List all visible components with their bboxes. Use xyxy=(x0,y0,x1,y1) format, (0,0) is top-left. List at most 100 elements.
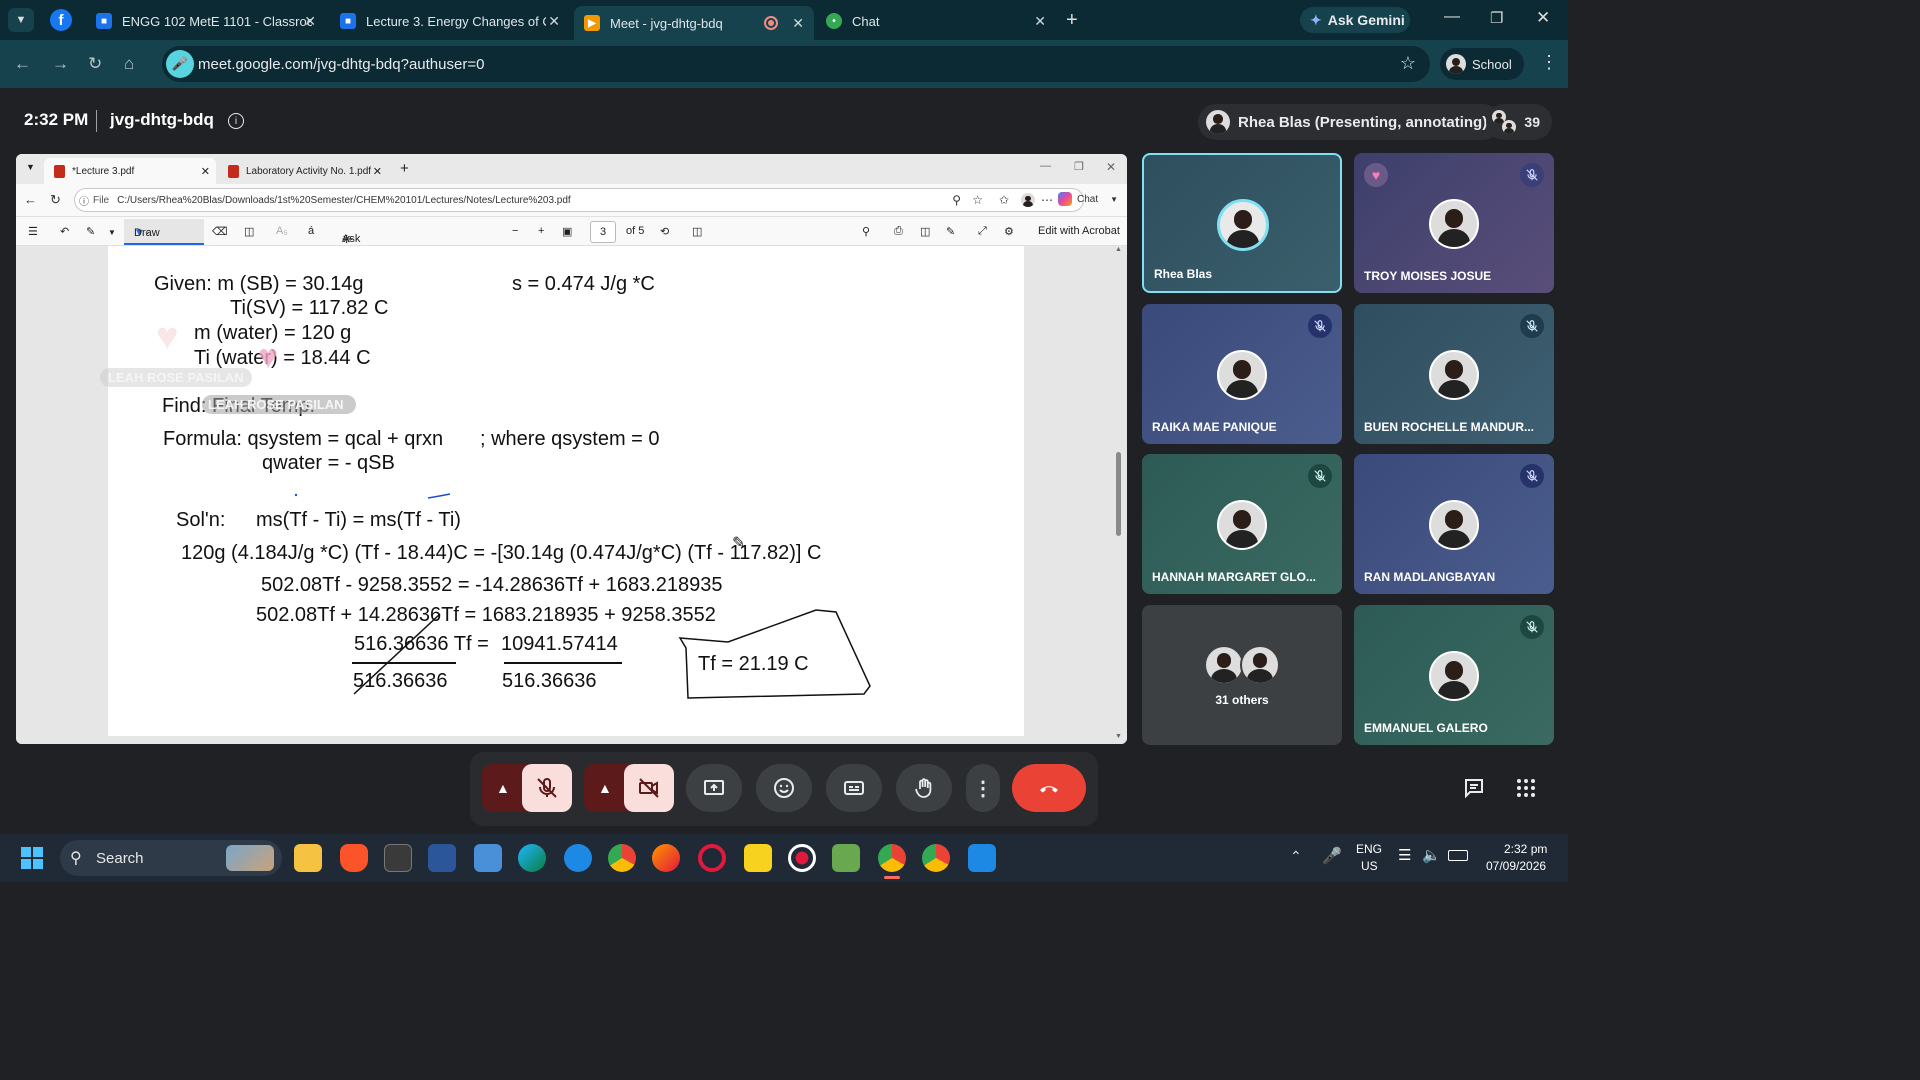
reactions-button[interactable] xyxy=(756,764,812,812)
copilot-chat-button[interactable]: Chat ▼ xyxy=(1058,192,1118,206)
clock-time[interactable]: 2:32 pm xyxy=(1504,842,1547,856)
new-tab-icon[interactable]: + xyxy=(400,160,409,177)
wifi-icon[interactable]: ☰ xyxy=(1398,846,1411,864)
paint-icon[interactable] xyxy=(968,844,996,872)
tab-chat[interactable]: • Chat ✕ xyxy=(816,6,1056,36)
captions-button[interactable] xyxy=(826,764,882,812)
close-icon[interactable]: ✕ xyxy=(373,165,382,178)
sticky-notes-icon[interactable] xyxy=(744,844,772,872)
clock-date[interactable]: 07/09/2026 xyxy=(1486,859,1546,873)
save-as-icon[interactable]: ✎ xyxy=(946,225,955,238)
eraser-icon[interactable]: ⌫ xyxy=(212,225,228,238)
others-tile[interactable]: 31 others xyxy=(1142,605,1342,745)
scroll-up-icon[interactable]: ▲ xyxy=(1115,246,1122,253)
close-icon[interactable]: ✕ xyxy=(1034,13,1046,30)
minimize-icon[interactable]: — xyxy=(1444,8,1460,26)
save-icon[interactable]: ◫ xyxy=(920,225,930,238)
close-icon[interactable]: ✕ xyxy=(201,165,210,178)
tab-classroom[interactable]: ■ ENGG 102 MetE 1101 - Classroom ✕ xyxy=(86,6,326,36)
ask-gemini-button[interactable]: ✦ Ask Gemini xyxy=(1300,7,1410,33)
translate-icon[interactable]: á xyxy=(308,225,314,237)
recorder-icon[interactable] xyxy=(788,844,816,872)
zoom-in-icon[interactable]: + xyxy=(538,225,544,237)
search-icon[interactable]: ⚲ xyxy=(862,225,870,238)
language-top[interactable]: ENG xyxy=(1356,842,1382,856)
taskbar-search[interactable]: ⚲ Search xyxy=(60,840,282,876)
edge-tab-lab[interactable]: Laboratory Activity No. 1.pdf ✕ xyxy=(218,158,388,184)
edge-icon[interactable] xyxy=(518,844,546,872)
forward-icon[interactable]: → xyxy=(52,54,69,74)
maximize-icon[interactable]: ❐ xyxy=(1490,9,1503,27)
more-options-button[interactable]: ⋮ xyxy=(966,764,1000,812)
close-icon[interactable]: ✕ xyxy=(792,15,804,32)
brave-icon[interactable] xyxy=(340,844,368,872)
bookmark-star-icon[interactable]: ☆ xyxy=(1400,53,1416,74)
edge-tab-lecture[interactable]: *Lecture 3.pdf ✕ xyxy=(44,158,216,184)
draw-button[interactable]: ▼ Draw ⌄ xyxy=(124,219,204,245)
contents-icon[interactable]: ☰ xyxy=(28,225,38,238)
favorites-icon[interactable]: ✩ xyxy=(999,193,1009,207)
participant-tile[interactable]: RAN MADLANGBAYAN xyxy=(1354,454,1554,594)
leave-call-button[interactable] xyxy=(1012,764,1086,812)
site-info-icon[interactable]: 🎤 xyxy=(166,50,194,78)
close-window-icon[interactable]: ✕ xyxy=(1106,160,1116,174)
back-icon[interactable]: ← xyxy=(14,54,31,74)
firefox-icon[interactable] xyxy=(652,844,680,872)
browser-icon[interactable] xyxy=(564,844,592,872)
present-button[interactable] xyxy=(686,764,742,812)
close-window-icon[interactable]: ✕ xyxy=(1536,8,1550,28)
page-view-icon[interactable]: ◫ xyxy=(244,225,254,238)
presenter-chip[interactable]: Rhea Blas (Presenting, annotating) xyxy=(1198,104,1502,140)
language-bottom[interactable]: US xyxy=(1361,859,1378,873)
minimize-icon[interactable]: — xyxy=(1040,160,1051,172)
fit-page-icon[interactable]: ▣ xyxy=(562,225,572,238)
more-icon[interactable]: ⋯ xyxy=(1041,193,1053,207)
word-icon[interactable] xyxy=(428,844,456,872)
volume-icon[interactable]: 🔈 xyxy=(1422,846,1441,864)
participant-tile[interactable]: EMMANUEL GALERO xyxy=(1354,605,1554,745)
reload-icon[interactable]: ↻ xyxy=(50,192,61,208)
profile-button[interactable]: School xyxy=(1440,48,1524,80)
tab-meet[interactable]: ▶ Meet - jvg-dhtg-bdq ✕ xyxy=(574,6,814,40)
back-icon[interactable]: ← xyxy=(24,192,37,207)
mic-toggle-button[interactable] xyxy=(522,764,572,812)
undo-icon[interactable]: ↶ xyxy=(60,225,69,238)
camera-toggle-button[interactable] xyxy=(624,764,674,812)
pdf-scrollbar[interactable]: ▲ ▼ xyxy=(1115,246,1123,744)
edge-address-field[interactable]: ⓘ File C:/Users/Rhea%20Blas/Downloads/1s… xyxy=(74,188,1084,212)
tab-lecture[interactable]: ■ Lecture 3. Energy Changes of Chemical … xyxy=(330,6,570,36)
participant-tile[interactable]: ♥ TROY MOISES JOSUE xyxy=(1354,153,1554,293)
battery-icon[interactable] xyxy=(1448,850,1468,861)
home-icon[interactable]: ⌂ xyxy=(124,54,134,74)
chrome-icon[interactable] xyxy=(608,844,636,872)
reload-icon[interactable]: ↻ xyxy=(88,54,102,74)
participants-button[interactable]: 39 xyxy=(1486,104,1552,140)
activities-icon[interactable] xyxy=(1514,776,1538,800)
app-icon[interactable] xyxy=(832,844,860,872)
windows-start-icon[interactable] xyxy=(20,846,44,870)
menu-dots-icon[interactable]: ⋮ xyxy=(1540,52,1558,73)
file-explorer-icon[interactable] xyxy=(294,844,322,872)
maximize-icon[interactable]: ❐ xyxy=(1074,160,1084,173)
tab-actions-icon[interactable]: ▼ xyxy=(26,162,35,172)
settings-icon[interactable]: ⚙ xyxy=(1004,225,1014,238)
read-aloud-icon[interactable]: A₅ xyxy=(276,225,288,237)
tab-search-button[interactable]: ▼ xyxy=(8,8,34,32)
rotate-icon[interactable]: ⟲ xyxy=(660,225,669,238)
avatar[interactable] xyxy=(1021,193,1035,207)
favorite-icon[interactable]: ☆ xyxy=(972,193,983,207)
zoom-out-icon[interactable]: − xyxy=(512,225,518,237)
close-icon[interactable]: ✕ xyxy=(304,13,316,30)
new-tab-icon[interactable]: + xyxy=(1066,9,1078,32)
page-number-input[interactable]: 3 xyxy=(590,221,616,243)
close-icon[interactable]: ✕ xyxy=(548,13,560,30)
participant-tile[interactable]: HANNAH MARGARET GLO... xyxy=(1142,454,1342,594)
participant-tile[interactable]: RAIKA MAE PANIQUE xyxy=(1142,304,1342,444)
chrome-icon[interactable] xyxy=(878,844,906,872)
search-icon[interactable]: ⚲ xyxy=(952,193,961,207)
two-page-icon[interactable]: ◫ xyxy=(692,225,702,238)
facebook-tab[interactable]: f xyxy=(50,9,72,31)
fullscreen-icon[interactable]: ⤢ xyxy=(978,225,987,238)
opera-icon[interactable] xyxy=(698,844,726,872)
chevron-down-icon[interactable]: ▼ xyxy=(108,228,116,237)
